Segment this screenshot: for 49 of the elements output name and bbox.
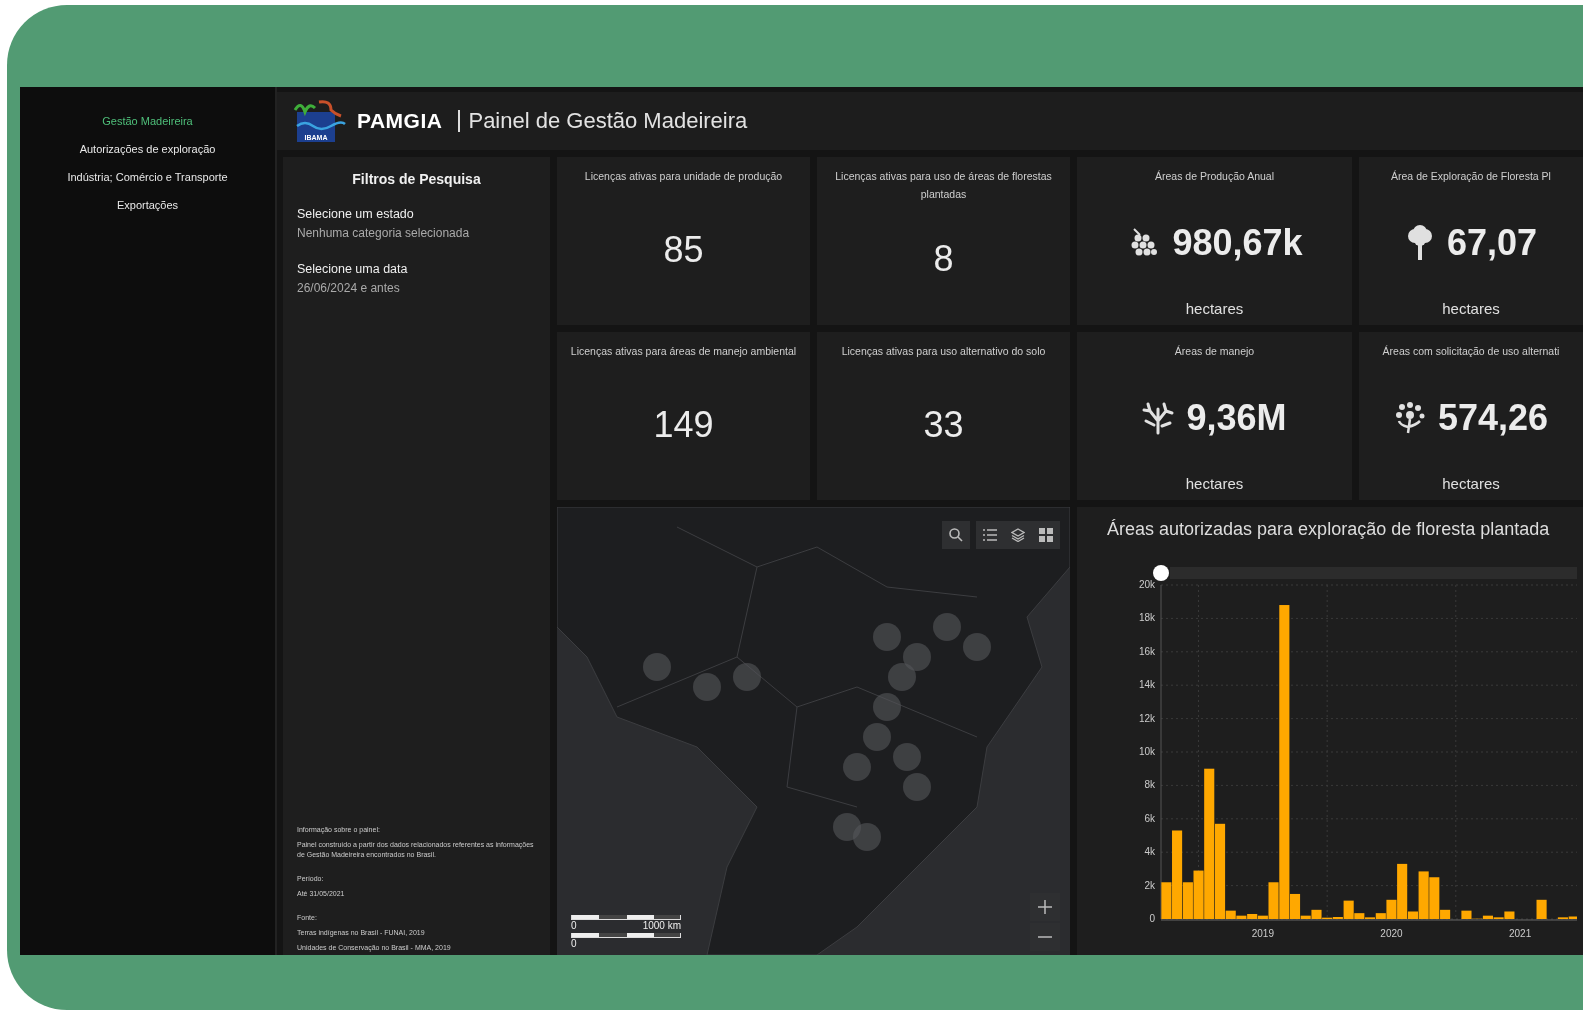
card-title: Áreas de manejo <box>1174 344 1255 359</box>
card-title: Licenças ativas para unidade de produção <box>584 169 783 184</box>
sidebar-item[interactable]: Indústria; Comércio e Transporte <box>67 171 228 183</box>
sidebar-item[interactable]: Gestão Madeireira <box>102 115 193 127</box>
y-tick-label: 10k <box>1138 746 1155 757</box>
x-tick-label: 2020 <box>1380 928 1403 939</box>
filter-label: Selecione um estado <box>297 207 415 221</box>
x-tick-label: 2021 <box>1508 928 1532 939</box>
scale-label: 0 <box>571 938 577 949</box>
card-title: Áreas com solicitação de uso alternati <box>1382 344 1560 359</box>
filter-value[interactable]: 26/06/2024 e antes <box>297 281 536 295</box>
y-tick-label: 8k <box>1144 779 1155 791</box>
unit-label: hectares <box>1442 475 1500 492</box>
card-value: 9,36M <box>1186 396 1287 439</box>
unit-label: hectares <box>1185 300 1244 317</box>
y-tick-label: 16k <box>1138 645 1155 657</box>
card-title: Áreas de Produção Anual <box>1154 169 1275 184</box>
y-tick-label: 0 <box>1149 913 1155 924</box>
sidebar-item[interactable]: Exportações <box>116 199 179 211</box>
chart-title: Áreas autorizadas para exploração de floresta plantada <box>1107 519 1551 540</box>
y-tick-label: 6k <box>1144 812 1155 824</box>
y-tick-label: 18k <box>1138 612 1155 624</box>
card-value: 980,67k <box>1172 221 1303 264</box>
unit-label: hectares <box>1442 300 1500 317</box>
y-tick-label: 12k <box>1138 712 1155 724</box>
card-value: 574,26 <box>1437 396 1549 439</box>
card-value: 67,07 <box>1446 221 1538 264</box>
filters-title: Filtros de Pesquisa <box>351 171 482 187</box>
card-title: Licenças ativas para uso de áreas de florestas plantadas <box>834 169 1053 202</box>
filter-value[interactable]: Nenhuma categoria selecionada <box>297 226 536 240</box>
unit-label: hectares <box>1185 475 1244 492</box>
card-title: Licenças ativas para uso alternativo do solo <box>841 344 1046 359</box>
sidebar-item[interactable]: Autorizações de exploração <box>79 143 216 155</box>
filter-label: Selecione uma data <box>297 262 409 276</box>
y-tick-label: 14k <box>1138 679 1155 691</box>
card-value: 149 <box>653 404 714 446</box>
card-value: 33 <box>923 404 964 446</box>
brand-name: PAMGIA <box>357 109 443 133</box>
card-title: Licenças ativas para áreas de manejo ambiental <box>570 344 797 359</box>
y-tick-label: 4k <box>1144 846 1155 858</box>
card-value: 85 <box>663 229 704 271</box>
y-tick-label: 2k <box>1144 879 1155 891</box>
card-value: 8 <box>933 238 954 280</box>
card-title: Área de Exploração de Floresta Pl <box>1391 169 1551 184</box>
scale-label: 1000 km <box>642 920 681 931</box>
scale-label: 0 <box>571 920 577 931</box>
page-title: Painel de Gestão Madeireira <box>458 110 748 132</box>
y-tick-label: 20k <box>1138 579 1155 590</box>
x-tick-label: 2019 <box>1251 928 1274 939</box>
